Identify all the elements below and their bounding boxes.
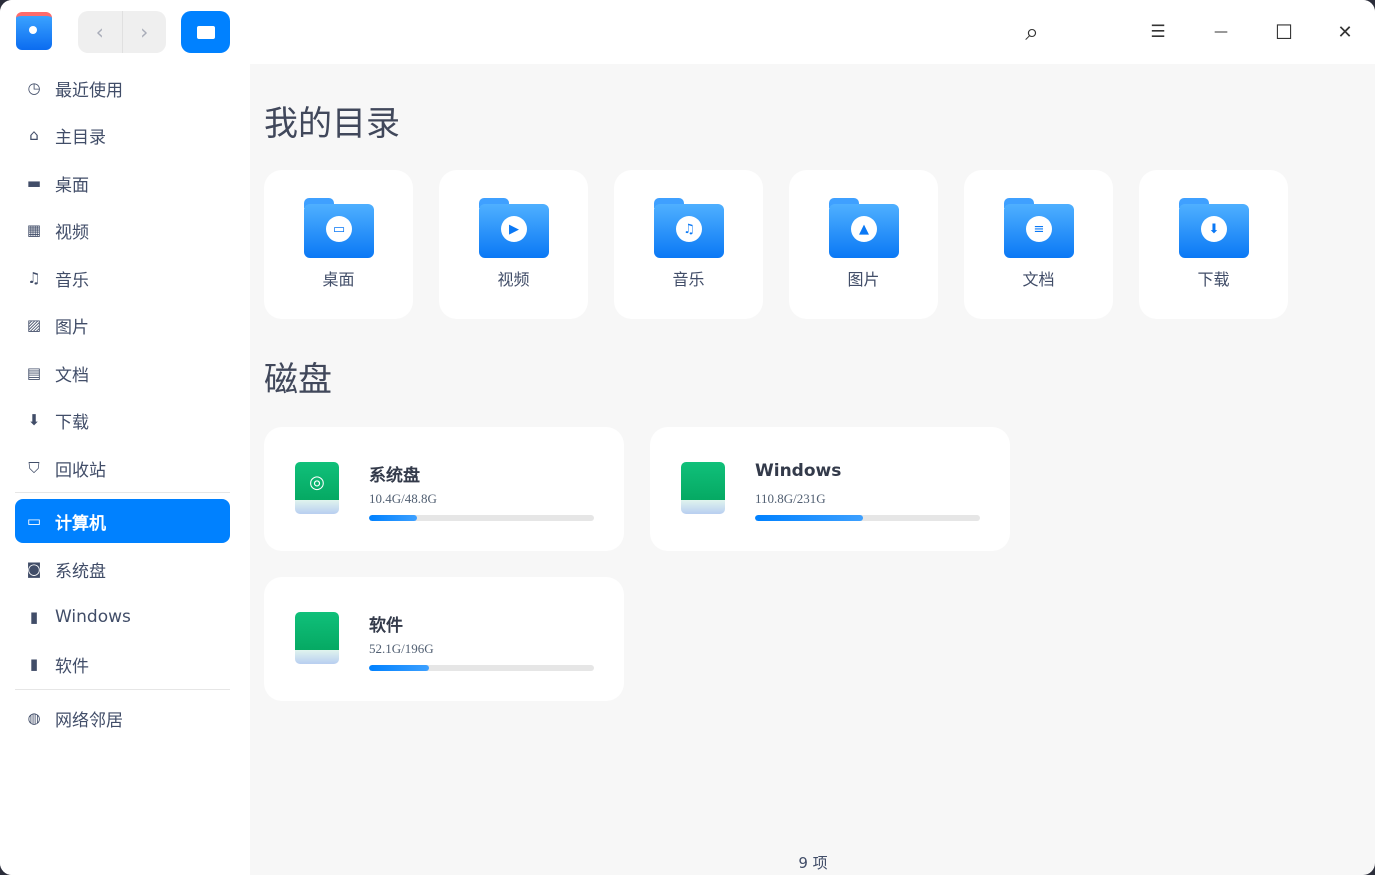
directory-label: 视频 <box>497 270 530 289</box>
sidebar-item-label: 软件 <box>55 656 89 677</box>
sidebar-item-label: 图片 <box>55 317 89 338</box>
app-logo-icon <box>16 12 52 50</box>
network-icon: ◍ <box>27 709 41 727</box>
sidebar-item-label: 文档 <box>55 365 89 386</box>
folder-icon: ▭ <box>304 198 374 258</box>
sidebar-item-label: 回收站 <box>55 460 106 481</box>
disk-card[interactable]: 软件 52.1G/196G <box>264 577 624 701</box>
sidebar-item-1[interactable]: ⌂ 主目录 <box>15 113 230 157</box>
sidebar-item-label: 网络邻居 <box>55 710 123 731</box>
minimize-button[interactable]: — <box>1207 18 1235 46</box>
directory-card[interactable]: ▭ 桌面 <box>264 170 413 319</box>
sidebar-divider <box>15 492 230 493</box>
home-icon: ⌂ <box>29 126 39 144</box>
picture-icon: ▨ <box>26 316 42 334</box>
disk-usage-bar <box>369 665 594 671</box>
my-directories-heading: 我的目录 <box>264 104 400 144</box>
directory-card[interactable]: ▲ 图片 <box>789 170 938 319</box>
navigation-buttons: ‹ › <box>78 11 166 53</box>
sidebar-item-label: Windows <box>55 607 131 627</box>
disk-name: Windows <box>755 461 842 481</box>
disk-usage-text: 10.4G/48.8G <box>369 491 437 506</box>
directory-card[interactable]: ≡ 文档 <box>964 170 1113 319</box>
directory-label: 文档 <box>1022 270 1055 289</box>
sidebar-item-11[interactable]: ▮ Windows <box>15 595 230 639</box>
title-bar: ‹ › ⌕ ☰ — ☐ ✕ <box>0 0 1375 64</box>
drive-icon <box>295 612 339 664</box>
sidebar-item-5[interactable]: ▨ 图片 <box>15 303 230 347</box>
directory-label: 音乐 <box>672 270 705 289</box>
video-icon: ▦ <box>26 221 42 239</box>
disk-icon: ▮ <box>29 655 39 673</box>
menu-button[interactable]: ☰ <box>1144 18 1172 46</box>
sidebar-item-label: 计算机 <box>55 513 106 534</box>
desktop-icon: ▬ <box>26 174 42 192</box>
clock-icon: ◷ <box>27 79 41 97</box>
drive-icon <box>681 462 725 514</box>
disk-usage-bar <box>369 515 594 521</box>
status-item-count: 9 项 <box>798 854 828 872</box>
folder-icon: ♫ <box>654 198 724 258</box>
sidebar-item-10[interactable]: ◙ 系统盘 <box>15 547 230 591</box>
drive-icon: ◎ <box>295 462 339 514</box>
back-button[interactable]: ‹ <box>78 11 123 53</box>
disk-card[interactable]: ◎ 系统盘 10.4G/48.8G <box>264 427 624 551</box>
folder-icon: ≡ <box>1004 198 1074 258</box>
computer-icon: ▭ <box>26 512 42 530</box>
disk-icon: ▮ <box>29 608 39 626</box>
computer-view-button[interactable] <box>181 11 230 53</box>
monitor-icon <box>196 25 215 39</box>
sidebar: ◷ 最近使用 ⌂ 主目录 ▬ 桌面 ▦ 视频 ♫ 音乐 ▨ 图片 ▤ 文档 ⬇ 下载 ⛉ 回收站 ▭ 计算机 ◙ 系统盘 ▮… <box>0 64 250 875</box>
disk-icon: ◙ <box>26 560 42 578</box>
sidebar-item-9[interactable]: ▭ 计算机 <box>15 499 230 543</box>
sidebar-item-label: 音乐 <box>55 270 89 291</box>
sidebar-item-12[interactable]: ▮ 软件 <box>15 642 230 686</box>
sidebar-item-label: 下载 <box>55 412 89 433</box>
sidebar-item-label: 系统盘 <box>55 561 106 582</box>
disk-usage-text: 110.8G/231G <box>755 491 826 506</box>
directory-card[interactable]: ▶ 视频 <box>439 170 588 319</box>
file-manager-window: ‹ › ⌕ ☰ — ☐ ✕ ◷ 最近使用 ⌂ 主目录 ▬ 桌面 ▦ 视频 ♫ 音乐 ▨ 图片 ▤ 文档 ⬇ 下… <box>0 0 1375 875</box>
close-button[interactable]: ✕ <box>1331 18 1359 46</box>
sidebar-item-0[interactable]: ◷ 最近使用 <box>15 66 230 110</box>
maximize-button[interactable]: ☐ <box>1270 18 1298 46</box>
sidebar-item-label: 主目录 <box>55 127 106 148</box>
sidebar-item-label: 最近使用 <box>55 80 123 101</box>
directory-label: 桌面 <box>322 270 355 289</box>
directory-card[interactable]: ⬇ 下载 <box>1139 170 1288 319</box>
sidebar-item-4[interactable]: ♫ 音乐 <box>15 256 230 300</box>
disk-usage-bar <box>755 515 980 521</box>
folder-icon: ▶ <box>479 198 549 258</box>
folder-icon: ▲ <box>829 198 899 258</box>
disk-usage-text: 52.1G/196G <box>369 641 434 656</box>
sidebar-item-7[interactable]: ⬇ 下载 <box>15 398 230 442</box>
forward-button[interactable]: › <box>123 11 167 53</box>
directory-card[interactable]: ♫ 音乐 <box>614 170 763 319</box>
music-icon: ♫ <box>27 269 41 287</box>
sidebar-item-label: 视频 <box>55 222 89 243</box>
search-button[interactable]: ⌕ <box>1018 18 1046 46</box>
sidebar-divider <box>15 689 230 690</box>
disk-card[interactable]: Windows 110.8G/231G <box>650 427 1010 551</box>
disk-name: 系统盘 <box>369 466 420 486</box>
sidebar-item-3[interactable]: ▦ 视频 <box>15 208 230 252</box>
sidebar-item-2[interactable]: ▬ 桌面 <box>15 161 230 205</box>
disk-name: 软件 <box>369 616 403 636</box>
directory-label: 图片 <box>847 270 880 289</box>
sidebar-item-8[interactable]: ⛉ 回收站 <box>15 446 230 490</box>
sidebar-item-label: 桌面 <box>55 175 89 196</box>
download-icon: ⬇ <box>27 411 41 429</box>
directory-label: 下载 <box>1197 270 1230 289</box>
sidebar-item-6[interactable]: ▤ 文档 <box>15 351 230 395</box>
trash-icon: ⛉ <box>28 459 40 477</box>
disks-heading: 磁盘 <box>264 360 332 400</box>
sidebar-item-13[interactable]: ◍ 网络邻居 <box>15 696 230 740</box>
folder-icon: ⬇ <box>1179 198 1249 258</box>
document-icon: ▤ <box>26 364 42 382</box>
